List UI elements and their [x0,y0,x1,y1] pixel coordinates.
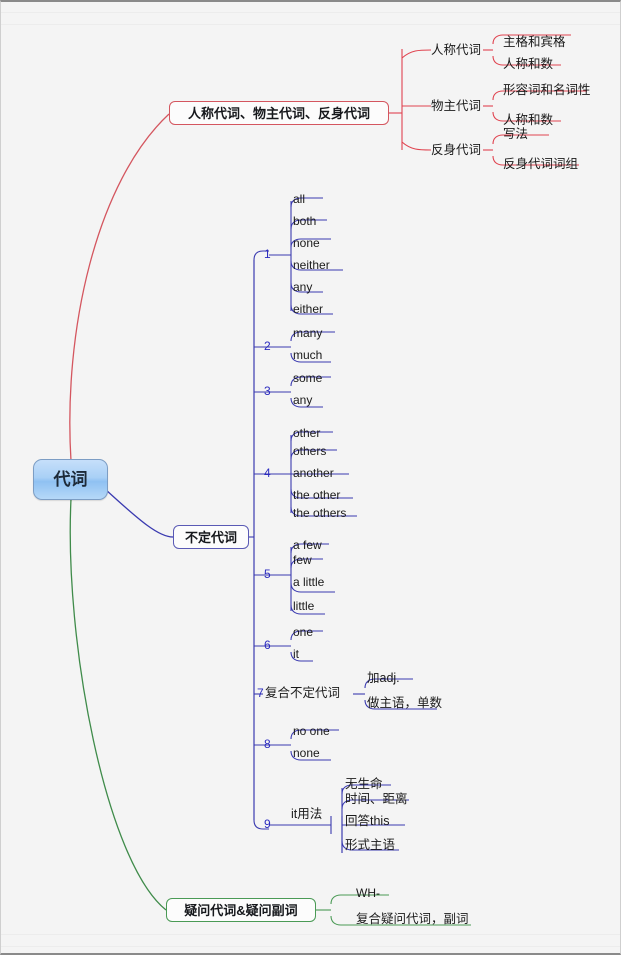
leaf-node[interactable]: it [293,647,299,661]
sub-node-reflexive[interactable]: 反身代词 [431,143,481,157]
branch-label: 人称代词、物主代词、反身代词 [187,105,370,121]
connector-root-indefinite [104,488,174,538]
leaf-node[interactable]: a few [293,538,322,552]
leaf-node[interactable]: neither [293,258,330,272]
branch-node-indefinite-pronoun[interactable]: 不定代词 [173,525,249,549]
leaf-node[interactable]: a little [293,575,324,589]
connector-root-interrogative [69,498,167,911]
leaf-node[interactable]: 做主语，单数 [367,696,442,710]
mindmap-canvas: 代词 人称代词、物主代词、反身代词 不定代词 疑问代词&疑问副词 人称代词 物主… [0,0,621,955]
leaf-node[interactable]: much [293,348,322,362]
leaf-node[interactable]: the other [293,488,340,502]
branch-node-interrogative[interactable]: 疑问代词&疑问副词 [166,898,316,922]
leaf-node[interactable]: others [293,444,326,458]
group-number-7: 7 [257,686,264,700]
leaf-node[interactable]: little [293,599,314,613]
leaf-node[interactable]: many [293,326,322,340]
group-number-9: 9 [264,817,271,831]
root-node-label: 代词 [53,470,88,489]
root-node[interactable]: 代词 [33,459,108,500]
leaf-node[interactable]: 回答this [345,814,389,828]
leaf-node[interactable]: both [293,214,316,228]
leaf-node[interactable]: 人称和数 [503,57,553,71]
leaf-node[interactable]: the others [293,506,346,520]
group-number-6: 6 [264,638,271,652]
sub-node-possessive[interactable]: 物主代词 [431,99,481,113]
leaf-node[interactable]: few [293,553,312,567]
connector-root-personal [69,113,170,462]
branch-node-personal-pronoun[interactable]: 人称代词、物主代词、反身代词 [169,101,389,125]
group-number-5: 5 [264,567,271,581]
leaf-node[interactable]: all [293,192,305,206]
leaf-node[interactable]: other [293,426,320,440]
leaf-node[interactable]: 反身代词词组 [503,157,578,171]
group-number-1: 1 [264,247,271,261]
group-number-3: 3 [264,384,271,398]
leaf-node[interactable]: one [293,625,313,639]
leaf-node[interactable]: 形容词和名词性 [503,83,591,97]
leaf-node[interactable]: some [293,371,322,385]
branch-label: 疑问代词&疑问副词 [184,902,298,918]
branch-label: 不定代词 [184,529,237,545]
leaf-node[interactable]: either [293,302,323,316]
leaf-node[interactable]: none [293,236,320,250]
leaf-node[interactable]: 主格和宾格 [503,35,566,49]
leaf-node[interactable]: 写法 [503,127,528,141]
leaf-node[interactable]: 复合疑问代词，副词 [356,912,469,926]
group-label-it-usage[interactable]: it用法 [291,807,322,821]
leaf-node[interactable]: no one [293,724,330,738]
group-number-8: 8 [264,737,271,751]
sub-node-personal[interactable]: 人称代词 [431,43,481,57]
leaf-node[interactable]: 加adj. [367,671,400,685]
group-label-compound-indefinite[interactable]: 复合不定代词 [265,686,340,700]
group-number-4: 4 [264,466,271,480]
group-number-2: 2 [264,339,271,353]
leaf-node[interactable]: WH- [356,886,380,900]
leaf-node[interactable]: any [293,280,312,294]
leaf-node[interactable]: 人称和数 [503,113,553,127]
leaf-node[interactable]: 时间、距离 [345,792,408,806]
leaf-node[interactable]: none [293,746,320,760]
leaf-node[interactable]: another [293,466,334,480]
leaf-node[interactable]: any [293,393,312,407]
leaf-node[interactable]: 无生命 [345,777,383,791]
leaf-node[interactable]: 形式主语 [345,838,395,852]
